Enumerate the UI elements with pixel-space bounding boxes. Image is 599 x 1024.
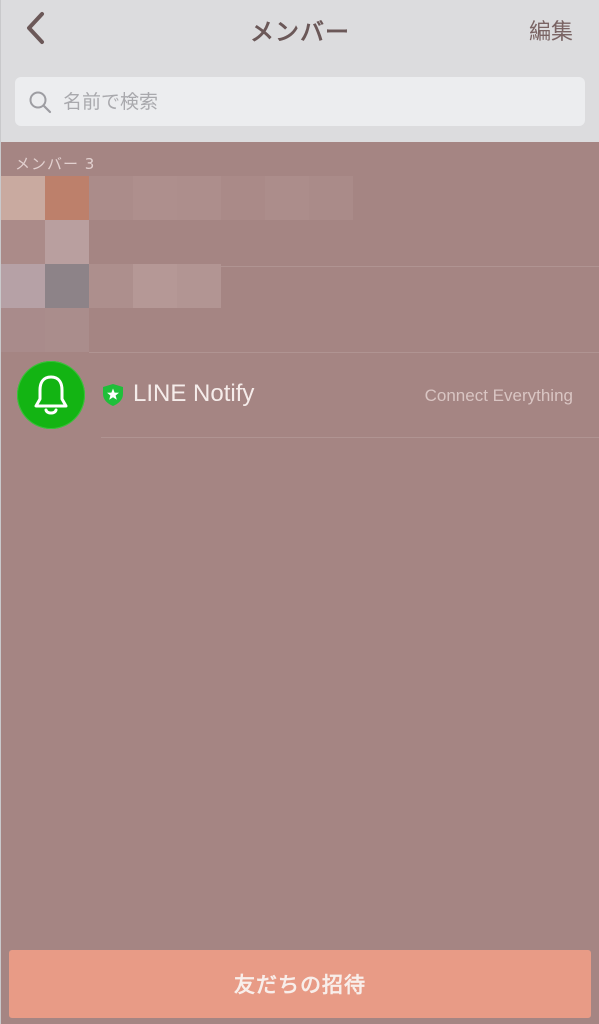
search-input[interactable] bbox=[61, 89, 585, 114]
bell-icon bbox=[34, 375, 68, 415]
blurred-avatar-block bbox=[1, 176, 45, 220]
blurred-name-block bbox=[133, 176, 177, 220]
members-section-label: メンバー 3 bbox=[15, 155, 96, 173]
navigation-bar: メンバー 編集 bbox=[1, 0, 599, 63]
blurred-avatar-block bbox=[1, 220, 45, 264]
member-status-message: Connect Everything bbox=[424, 386, 573, 405]
blurred-name-block bbox=[177, 176, 221, 220]
member-name: LINE Notify bbox=[133, 380, 255, 407]
blurred-name-block bbox=[221, 176, 265, 220]
page-title: メンバー bbox=[250, 18, 350, 46]
search-area bbox=[1, 62, 599, 142]
row-divider bbox=[101, 437, 599, 438]
avatar bbox=[17, 361, 85, 429]
edit-button[interactable]: 編集 bbox=[529, 14, 573, 46]
blurred-avatar-block bbox=[45, 220, 89, 264]
search-box[interactable] bbox=[15, 77, 585, 126]
blurred-avatar-block bbox=[1, 264, 45, 308]
blurred-name-block bbox=[133, 264, 177, 308]
blurred-avatar-block bbox=[1, 308, 45, 352]
blurred-name-block bbox=[309, 176, 353, 220]
blurred-avatar-block bbox=[45, 308, 89, 352]
member-row-line-notify[interactable]: LINE Notify Connect Everything bbox=[1, 352, 599, 438]
official-star-shield-icon bbox=[103, 384, 123, 406]
blurred-avatar-block bbox=[45, 264, 89, 308]
blurred-name-block bbox=[265, 176, 309, 220]
member-list-screen: メンバー 編集 メンバー 3 bbox=[0, 0, 599, 1024]
search-icon bbox=[27, 89, 53, 115]
blurred-avatar-block bbox=[45, 176, 89, 220]
invite-friends-button[interactable]: 友だちの招待 bbox=[9, 950, 591, 1018]
blurred-name-block bbox=[89, 176, 133, 220]
blurred-name-block bbox=[177, 264, 221, 308]
blurred-name-block bbox=[89, 264, 133, 308]
